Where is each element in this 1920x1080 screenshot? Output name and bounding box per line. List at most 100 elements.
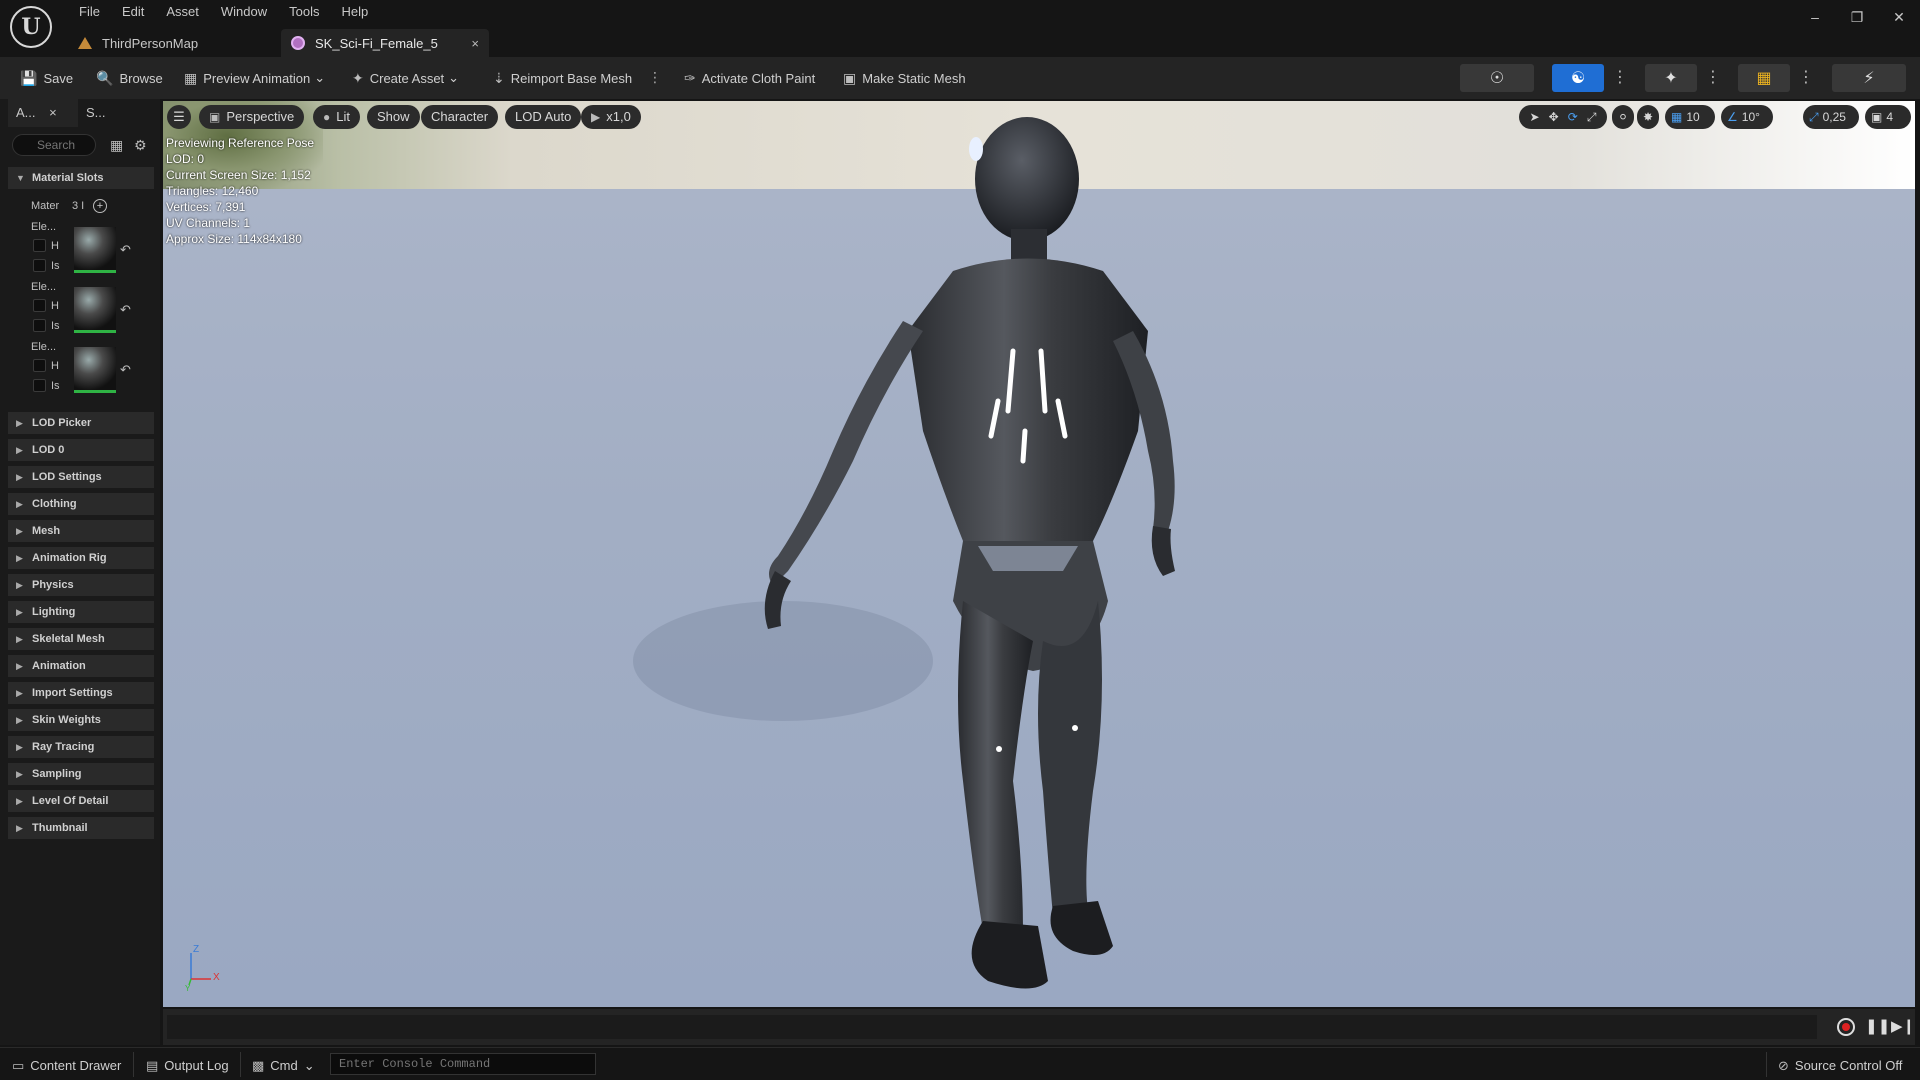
menu-window[interactable]: Window: [210, 3, 278, 21]
minimize-button[interactable]: –: [1794, 0, 1836, 34]
section-ray-tracing[interactable]: ▶ Ray Tracing: [8, 736, 154, 758]
search-input[interactable]: [12, 134, 96, 156]
gear-icon[interactable]: ⚙: [134, 137, 147, 154]
physics-mode-button[interactable]: ⚡: [1832, 64, 1906, 92]
reset-arrow-icon[interactable]: ↶: [120, 302, 131, 318]
scale-snap-button[interactable]: ⤢ 0,25: [1803, 105, 1859, 129]
reset-arrow-icon[interactable]: ↶: [120, 242, 131, 258]
menu-help[interactable]: Help: [330, 3, 379, 21]
tab-skeleton-tree[interactable]: S...: [78, 99, 106, 127]
save-button[interactable]: 💾 Save: [20, 66, 73, 90]
show-button[interactable]: Show: [367, 105, 420, 129]
section-lod-settings[interactable]: ▶ LOD Settings: [8, 466, 154, 488]
highlight-checkbox[interactable]: [33, 239, 46, 252]
section-skin-weights[interactable]: ▶ Skin Weights: [8, 709, 154, 731]
material-thumbnail[interactable]: [74, 347, 116, 393]
section-label: Sampling: [32, 768, 82, 780]
source-control-button[interactable]: ⊘ Source Control Off: [1778, 1057, 1902, 1075]
section-animation[interactable]: ▶ Animation: [8, 655, 154, 677]
content-drawer-button[interactable]: ▭ Content Drawer: [12, 1057, 121, 1075]
move-icon[interactable]: ✥: [1549, 110, 1559, 124]
more-options-icon[interactable]: ⋮: [1798, 67, 1814, 87]
more-options-icon[interactable]: ⋮: [1612, 67, 1628, 87]
rotation-snap-button[interactable]: ∠ 10°: [1721, 105, 1773, 129]
expand-arrow-icon: ▶: [16, 553, 23, 563]
highlight-checkbox[interactable]: [33, 299, 46, 312]
pause-icon[interactable]: ❚❚: [1865, 1017, 1890, 1035]
lit-mode-button[interactable]: ● Lit: [313, 105, 360, 129]
preview-viewport[interactable]: ☰ ▣ Perspective ● Lit Show Character LOD A…: [163, 101, 1915, 1007]
isolate-checkbox[interactable]: [33, 259, 46, 272]
section-animation-rig[interactable]: ▶ Animation Rig: [8, 547, 154, 569]
browse-button[interactable]: 🔍 Browse: [96, 66, 163, 90]
section-skeletal-mesh[interactable]: ▶ Skeletal Mesh: [8, 628, 154, 650]
unreal-logo-icon[interactable]: U: [10, 6, 52, 48]
menu-tools[interactable]: Tools: [278, 3, 330, 21]
material-thumbnail[interactable]: [74, 227, 116, 273]
section-physics[interactable]: ▶ Physics: [8, 574, 154, 596]
reset-arrow-icon[interactable]: ↶: [120, 362, 131, 378]
output-log-label: Output Log: [164, 1058, 229, 1073]
timeline-track[interactable]: [167, 1015, 1817, 1039]
tab-skeletal-mesh[interactable]: SK_Sci-Fi_Female_5 ×: [281, 29, 489, 57]
section-lod-picker[interactable]: ▶ LOD Picker: [8, 412, 154, 434]
camera-speed-button[interactable]: ▣ 4: [1865, 105, 1911, 129]
animation-mode-button[interactable]: ✦: [1645, 64, 1697, 92]
section-clothing[interactable]: ▶ Clothing: [8, 493, 154, 515]
cmd-dropdown[interactable]: ▩ Cmd ⌄: [252, 1057, 315, 1075]
menu-edit[interactable]: Edit: [111, 3, 155, 21]
character-button[interactable]: Character: [421, 105, 499, 129]
more-options-icon[interactable]: ⋮: [648, 69, 662, 86]
mesh-mode-button[interactable]: ☯: [1552, 64, 1604, 92]
more-options-icon[interactable]: ⋮: [1705, 67, 1721, 87]
section-label: LOD Picker: [32, 417, 92, 429]
menu-file[interactable]: File: [68, 3, 111, 21]
tab-third-person-map[interactable]: ThirdPersonMap: [68, 29, 280, 57]
create-asset-button[interactable]: ✦ Create Asset ⌄: [352, 66, 459, 90]
isolate-checkbox[interactable]: [33, 379, 46, 392]
cloth-paint-button[interactable]: ✑ Activate Cloth Paint: [684, 66, 815, 90]
section-sampling[interactable]: ▶ Sampling: [8, 763, 154, 785]
close-tab-icon[interactable]: ×: [471, 36, 479, 51]
section-lod-0[interactable]: ▶ LOD 0: [8, 439, 154, 461]
close-window-button[interactable]: ✕: [1878, 0, 1920, 34]
reimport-button[interactable]: ⇣ Reimport Base Mesh: [493, 66, 632, 90]
stat-line: LOD: 0: [166, 152, 205, 166]
blueprint-mode-button[interactable]: ▦: [1738, 64, 1790, 92]
console-input[interactable]: [330, 1053, 596, 1075]
section-import-settings[interactable]: ▶ Import Settings: [8, 682, 154, 704]
lod-button[interactable]: LOD Auto: [505, 105, 582, 129]
skeleton-mode-button[interactable]: ☉: [1460, 64, 1534, 92]
asset-details-panel: A... × S... ⚲ ▦ ⚙ ▼ Material Slots Mater…: [0, 99, 160, 1045]
world-space-button[interactable]: ⚪: [1612, 105, 1634, 129]
material-thumbnail[interactable]: [74, 287, 116, 333]
tab-asset-details[interactable]: A... ×: [8, 99, 78, 127]
output-log-button[interactable]: ▤ Output Log: [146, 1057, 229, 1075]
grid-snap-button[interactable]: ▦ 10: [1665, 105, 1715, 129]
rotate-icon[interactable]: ⟳: [1568, 110, 1578, 124]
section-label: Lighting: [32, 606, 76, 618]
surface-snap-button[interactable]: ✸: [1637, 105, 1659, 129]
record-button[interactable]: [1837, 1018, 1855, 1036]
perspective-button[interactable]: ▣ Perspective: [199, 105, 305, 129]
section-thumbnail[interactable]: ▶ Thumbnail: [8, 817, 154, 839]
close-icon[interactable]: ×: [49, 105, 57, 120]
highlight-checkbox[interactable]: [33, 359, 46, 372]
section-lighting[interactable]: ▶ Lighting: [8, 601, 154, 623]
select-icon[interactable]: ➤: [1530, 110, 1540, 124]
restore-button[interactable]: ❐: [1836, 0, 1878, 34]
section-level-of-detail[interactable]: ▶ Level Of Detail: [8, 790, 154, 812]
isolate-checkbox[interactable]: [33, 319, 46, 332]
menu-asset[interactable]: Asset: [155, 3, 210, 21]
step-forward-icon[interactable]: ▶❙: [1891, 1017, 1915, 1035]
playback-speed-button[interactable]: ▶ x1,0: [581, 105, 641, 129]
table-view-icon[interactable]: ▦: [110, 137, 123, 154]
viewport-menu-button[interactable]: ☰: [167, 105, 191, 129]
section-mesh[interactable]: ▶ Mesh: [8, 520, 154, 542]
scale-icon[interactable]: ⤢: [1587, 110, 1597, 125]
preview-animation-button[interactable]: ▦ Preview Animation ⌄: [184, 66, 325, 90]
section-material-slots[interactable]: ▼ Material Slots: [8, 167, 154, 189]
add-material-slot-icon[interactable]: +: [93, 199, 107, 213]
create-asset-label: Create Asset: [369, 70, 445, 86]
make-static-mesh-button[interactable]: ▣ Make Static Mesh: [843, 66, 966, 90]
